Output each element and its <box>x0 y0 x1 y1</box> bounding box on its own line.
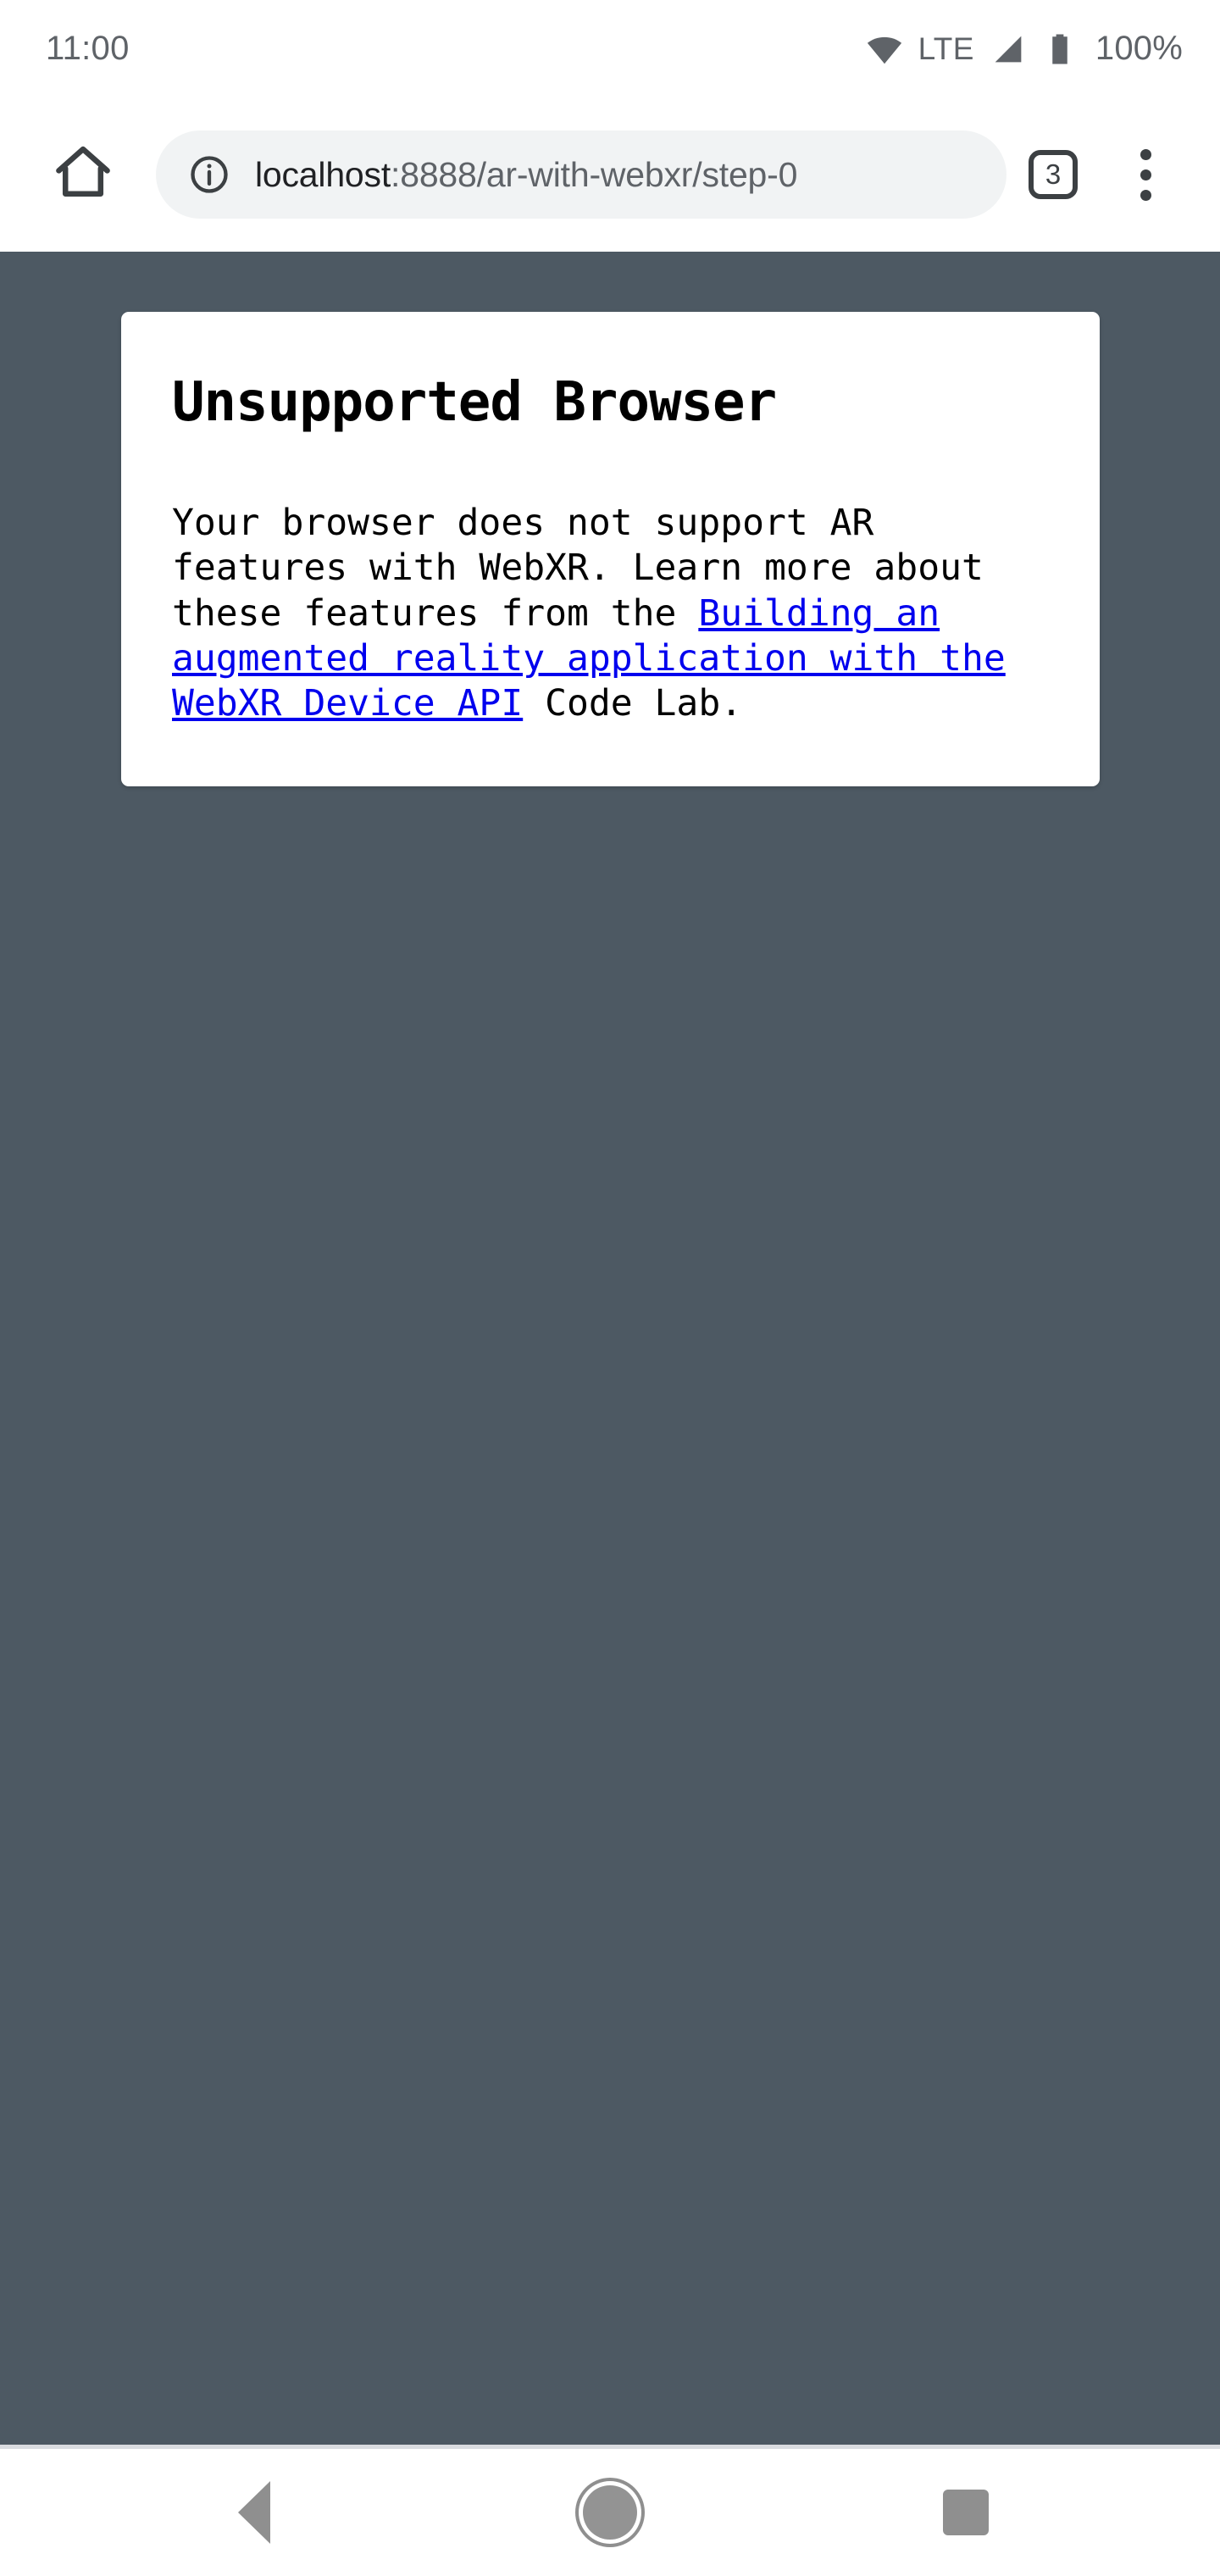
wifi-icon <box>865 30 904 69</box>
body-suffix: Code Lab. <box>523 682 743 725</box>
nav-home-button[interactable] <box>546 2449 674 2576</box>
menu-dot-1 <box>1140 148 1151 160</box>
home-icon <box>50 140 116 210</box>
nav-recents-button[interactable] <box>902 2449 1029 2576</box>
status-bar: 11:00 LTE 100% <box>0 0 1220 97</box>
url-host: localhost <box>255 155 391 194</box>
url-bar[interactable]: localhost:8888/ar-with-webxr/step-0 <box>156 130 1006 219</box>
system-navigation-bar <box>0 2445 1220 2576</box>
battery-percent-label: 100% <box>1095 30 1183 67</box>
tab-switcher-button[interactable]: 3 <box>1029 150 1078 199</box>
nav-back-button[interactable] <box>191 2449 318 2576</box>
home-button[interactable] <box>44 136 122 214</box>
browser-toolbar: localhost:8888/ar-with-webxr/step-0 3 <box>0 97 1220 252</box>
menu-dot-2 <box>1140 169 1151 180</box>
status-bar-indicators: LTE 100% <box>865 30 1183 69</box>
network-type-label: LTE <box>918 31 974 66</box>
home-circle-icon <box>583 2485 637 2540</box>
overflow-menu-icon[interactable] <box>1106 136 1184 214</box>
page-body-text: Your browser does not support AR feature… <box>172 501 1049 727</box>
page-title: Unsupported Browser <box>172 371 777 434</box>
phone-screen: 11:00 LTE 100% localhost:8888/ar-with-we… <box>0 0 1220 2576</box>
web-page-viewport: Unsupported Browser Your browser does no… <box>0 252 1220 2445</box>
url-text: localhost:8888/ar-with-webxr/step-0 <box>255 130 797 219</box>
info-icon[interactable] <box>187 153 231 197</box>
signal-icon <box>989 30 1028 69</box>
unsupported-browser-card: Unsupported Browser Your browser does no… <box>121 312 1100 786</box>
url-path: :8888/ar-with-webxr/step-0 <box>391 155 798 194</box>
menu-dot-3 <box>1140 189 1151 201</box>
recents-square-icon <box>943 2490 989 2535</box>
back-triangle-icon <box>238 2481 270 2544</box>
status-bar-clock: 11:00 <box>46 30 130 67</box>
battery-icon <box>1042 31 1078 67</box>
